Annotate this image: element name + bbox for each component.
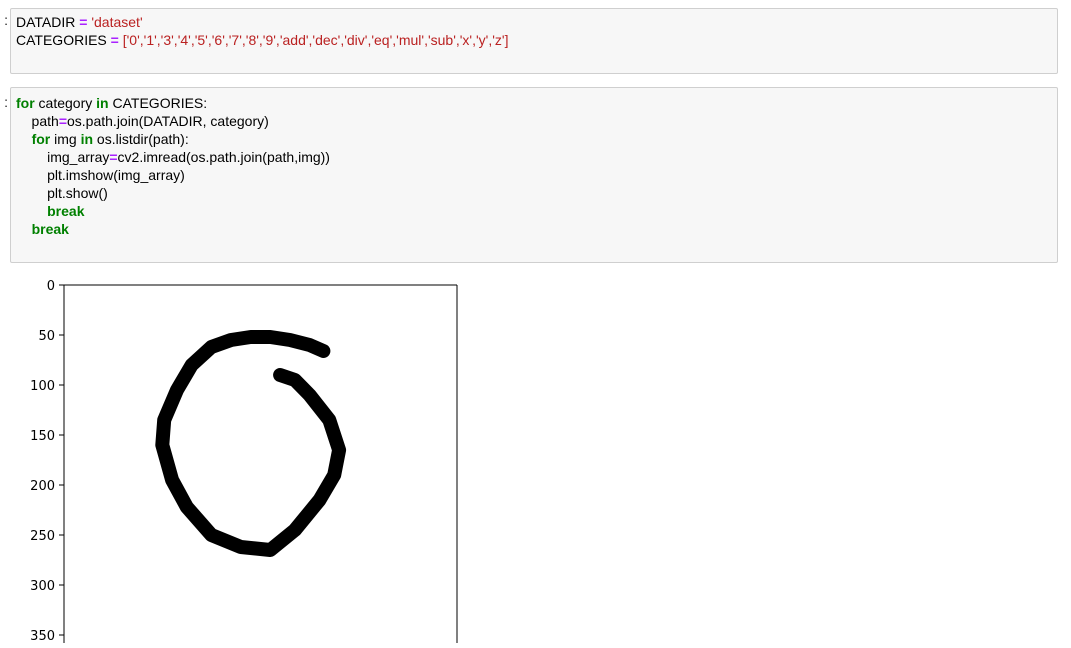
code-cell-2: : for category in CATEGORIES: path=os.pa…: [0, 87, 1071, 263]
code-token: break: [31, 221, 69, 237]
code-line: plt.show(): [16, 184, 108, 202]
code-token: plt.imshow(img_array): [16, 167, 185, 183]
code-line: plt.imshow(img_array): [16, 166, 185, 184]
y-tick-label: 300: [30, 579, 55, 594]
code-token: cv2.imread(os.path.join(path,img)): [117, 149, 330, 165]
code-token: in: [96, 95, 109, 111]
code-line: for category in CATEGORIES:: [16, 94, 207, 112]
code-line: DATADIR = 'dataset': [16, 13, 143, 31]
code-token: 'dataset': [91, 14, 143, 30]
code-token: plt.show(): [16, 185, 108, 201]
code-token: =: [110, 32, 119, 48]
code-token: os.listdir(path):: [93, 131, 189, 147]
output-plot: 0 50 100 150 200 250 300 350: [0, 272, 470, 648]
code-editor[interactable]: for category in CATEGORIES: path=os.path…: [10, 87, 1058, 263]
code-token: for: [16, 95, 35, 111]
code-token: os.path.join(DATADIR, category): [67, 113, 269, 129]
code-line: img_array=cv2.imread(os.path.join(path,i…: [16, 148, 330, 166]
y-tick-label: 100: [30, 379, 55, 394]
code-token: path: [16, 113, 59, 129]
code-cell-1: : DATADIR = 'dataset' CATEGORIES = ['0','…: [0, 8, 1071, 74]
y-tick-label: 250: [30, 529, 55, 544]
y-tick-label: 0: [47, 279, 55, 294]
code-token: break: [47, 203, 85, 219]
y-tick-label: 350: [30, 629, 55, 643]
code-token: in: [80, 131, 94, 147]
code-line: break: [16, 202, 84, 220]
code-editor[interactable]: DATADIR = 'dataset' CATEGORIES = ['0','1'…: [10, 8, 1058, 74]
code-token: CATEGORIES:: [108, 95, 208, 111]
y-tick-label: 200: [30, 479, 55, 494]
image-plot: 0 50 100 150 200 250 300 350: [30, 279, 458, 648]
code-token: =: [109, 149, 118, 165]
code-token: img_array: [16, 149, 110, 165]
code-token: DATADIR: [16, 14, 80, 30]
code-token: CATEGORIES: [16, 32, 111, 48]
code-line: path=os.path.join(DATADIR, category): [16, 112, 269, 130]
y-tick-label: 50: [38, 329, 55, 344]
code-token: ['0','1','3','4','5','6','7','8','9','ad…: [122, 32, 509, 48]
code-token: for: [31, 131, 51, 147]
cell-prompt: :: [4, 94, 8, 110]
y-tick-label: 150: [30, 429, 55, 444]
code-line: break: [16, 220, 69, 238]
code-line: CATEGORIES = ['0','1','3','4','5','6','7…: [16, 31, 508, 49]
code-line: for img in os.listdir(path):: [16, 130, 189, 148]
cell-prompt: :: [4, 12, 8, 28]
code-token: =: [58, 113, 67, 129]
code-token: img: [50, 131, 81, 147]
code-token: category: [34, 95, 97, 111]
